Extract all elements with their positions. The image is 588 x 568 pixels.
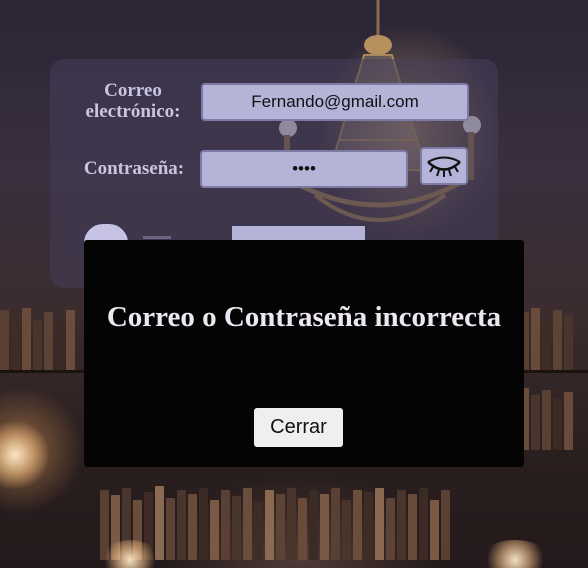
books-row — [520, 380, 588, 450]
show-password-button[interactable] — [420, 147, 468, 185]
books-row — [100, 480, 520, 560]
books-row — [0, 300, 90, 370]
error-dialog: Correo o Contraseña incorrecta Cerrar — [84, 240, 524, 467]
books-row — [520, 300, 588, 370]
email-label: Correo electrónico: — [85, 80, 181, 122]
closed-eye-icon — [427, 156, 461, 177]
password-label: Contraseña: — [83, 158, 185, 179]
error-message: Correo o Contraseña incorrecta — [106, 301, 502, 333]
email-field[interactable]: Fernando@gmail.com — [201, 83, 469, 121]
close-button[interactable]: Cerrar — [254, 408, 343, 447]
password-field[interactable]: •••• — [200, 150, 408, 188]
toggle-track — [143, 236, 171, 239]
